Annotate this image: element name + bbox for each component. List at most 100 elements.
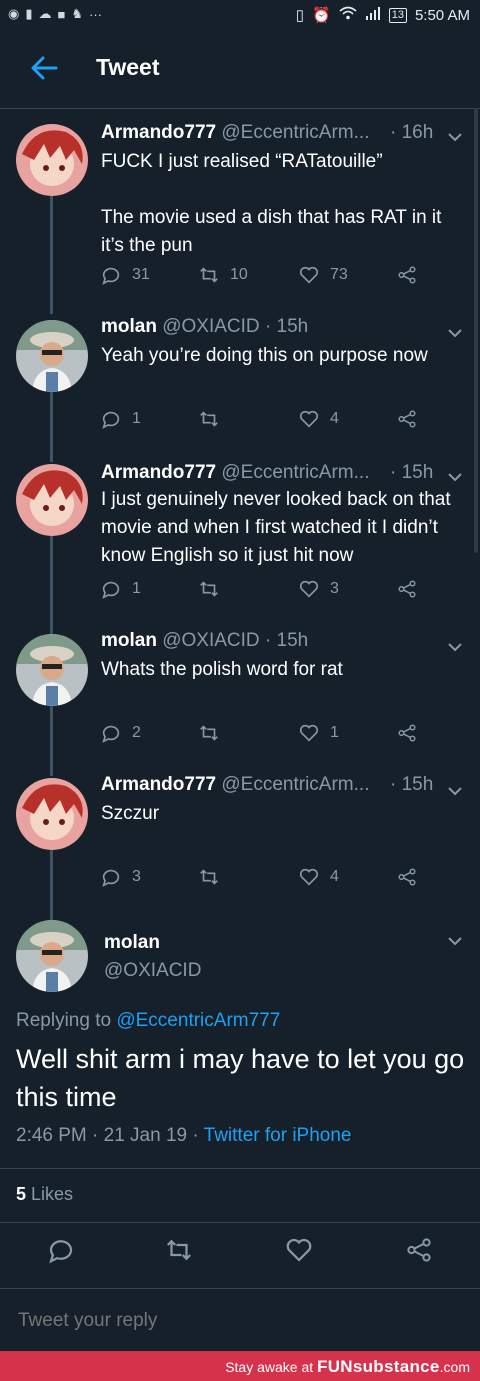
likes-count: 5 [16, 1184, 27, 1204]
tweet-header: Armando777 @EccentricArm... [101, 122, 369, 144]
chevron-down-icon[interactable] [446, 638, 464, 656]
like-button[interactable]: 4 [298, 408, 339, 430]
display-name[interactable]: Armando777 [101, 774, 216, 795]
tweet-text: Yeah you’re doing this on purpose now [101, 345, 428, 366]
watermark: Stay awake at FUNsubstance.com [225, 1357, 470, 1377]
avatar[interactable] [16, 320, 88, 392]
tweet[interactable]: Armando777 @EccentricArm... · 15h I just… [0, 460, 480, 634]
chevron-down-icon[interactable] [446, 932, 464, 950]
display-name[interactable]: molan [101, 630, 157, 651]
reply-button[interactable] [46, 1235, 76, 1265]
share-icon [407, 1238, 431, 1262]
avatar[interactable] [16, 920, 88, 992]
status-time: 5:50 AM [414, 6, 470, 24]
avatar[interactable] [16, 124, 88, 196]
retweet-icon [200, 267, 218, 283]
tweet-timestamp: 2:46 PM · 21 Jan 19 · [16, 1125, 199, 1146]
alarm-icon: ⏰ [312, 7, 331, 24]
like-button[interactable]: 4 [298, 866, 339, 888]
reply-count: 31 [132, 266, 150, 283]
avatar[interactable] [16, 464, 88, 536]
reply-button[interactable]: 3 [100, 866, 141, 888]
reply-count: 1 [132, 410, 141, 427]
avatar[interactable] [16, 634, 88, 706]
like-button[interactable]: 1 [298, 722, 339, 744]
chevron-down-icon[interactable] [446, 782, 464, 800]
reply-count: 3 [132, 868, 141, 885]
share-button[interactable] [396, 722, 418, 744]
chevron-down-icon[interactable] [446, 128, 464, 146]
reply-icon [102, 869, 120, 887]
tweet-source-link[interactable]: Twitter for iPhone [204, 1125, 352, 1146]
retweet-icon [166, 1239, 192, 1261]
display-name[interactable]: Armando777 [101, 462, 216, 483]
share-button[interactable] [404, 1235, 434, 1265]
watermark-prefix: Stay awake at [225, 1359, 314, 1375]
header: Tweet [0, 32, 480, 109]
retweet-button[interactable] [198, 722, 230, 744]
heart-icon [286, 1238, 312, 1262]
reply-button[interactable]: 1 [100, 578, 141, 600]
tweet[interactable]: molan @OXIACID · 15h Whats the polish wo… [0, 630, 480, 776]
tweet-time: · 15h [390, 462, 434, 483]
avatar[interactable] [16, 778, 88, 850]
divider [0, 1222, 480, 1223]
retweet-button[interactable] [198, 408, 230, 430]
replying-to: Replying to @EccentricArm777 [16, 1010, 280, 1032]
vibrate-icon: ▯ [295, 7, 305, 24]
user-handle[interactable]: @EccentricArm... [221, 462, 369, 483]
chevron-down-icon[interactable] [446, 324, 464, 342]
share-button[interactable] [396, 578, 418, 600]
replying-prefix: Replying to [16, 1010, 112, 1031]
tweet-text: Whats the polish word for rat [101, 659, 343, 680]
notification-icons: ◉ ▮ ☁ ■ ♞ ··· [8, 6, 102, 22]
share-button[interactable] [396, 866, 418, 888]
tweet[interactable]: Armando777 @EccentricArm... · 15h Szczur… [0, 774, 480, 918]
reply-button[interactable]: 1 [100, 408, 141, 430]
reply-button[interactable]: 31 [100, 264, 150, 286]
like-button[interactable]: 3 [298, 578, 339, 600]
like-button[interactable]: 73 [298, 264, 348, 286]
tweet[interactable]: molan @OXIACID · 15h Yeah you’re doing t… [0, 316, 480, 460]
tweet-time: · 15h [390, 774, 434, 795]
tweet-actions: 1 3 [100, 578, 430, 604]
retweet-count: 10 [230, 266, 248, 283]
user-handle[interactable]: @OXIACID [104, 960, 201, 982]
user-handle[interactable]: @OXIACID [162, 316, 259, 337]
retweet-button[interactable] [164, 1235, 194, 1265]
display-name[interactable]: molan [101, 316, 157, 337]
likes-summary[interactable]: 5 Likes [16, 1184, 73, 1205]
retweet-button[interactable] [198, 578, 230, 600]
reply-bar [0, 1288, 480, 1352]
tweet[interactable]: Armando777 @EccentricArm... · 16h FUCK I… [0, 108, 480, 316]
reply-input[interactable] [16, 1309, 420, 1333]
like-count: 3 [330, 580, 339, 597]
heart-icon [299, 266, 319, 284]
share-button[interactable] [396, 264, 418, 286]
tweet-header: Armando777 @EccentricArm... [101, 462, 369, 484]
cloud-icon: ☁ [38, 6, 52, 21]
tweet-actions: 1 4 [100, 408, 430, 434]
user-handle[interactable]: @OXIACID [162, 630, 259, 651]
retweet-button[interactable]: 10 [198, 264, 248, 286]
reply-button[interactable]: 2 [100, 722, 141, 744]
share-icon [398, 580, 416, 598]
heart-icon [299, 868, 319, 886]
display-name[interactable]: Armando777 [101, 122, 216, 143]
tweet-actions: 31 10 73 [100, 264, 430, 290]
user-handle[interactable]: @EccentricArm... [221, 122, 369, 143]
back-arrow-icon[interactable] [28, 52, 60, 84]
share-icon [398, 724, 416, 742]
watermark-brand: FUNsubstance [317, 1357, 440, 1376]
user-handle[interactable]: @EccentricArm... [221, 774, 369, 795]
heart-icon [299, 724, 319, 742]
notification-icon: ▮ [25, 6, 33, 21]
replying-to-link[interactable]: @EccentricArm777 [116, 1010, 280, 1031]
share-button[interactable] [396, 408, 418, 430]
reply-icon [102, 581, 120, 599]
chevron-down-icon[interactable] [446, 468, 464, 486]
display-name[interactable]: molan [104, 932, 160, 954]
retweet-button[interactable] [198, 866, 230, 888]
like-button[interactable] [284, 1235, 314, 1265]
reply-icon [49, 1240, 73, 1264]
